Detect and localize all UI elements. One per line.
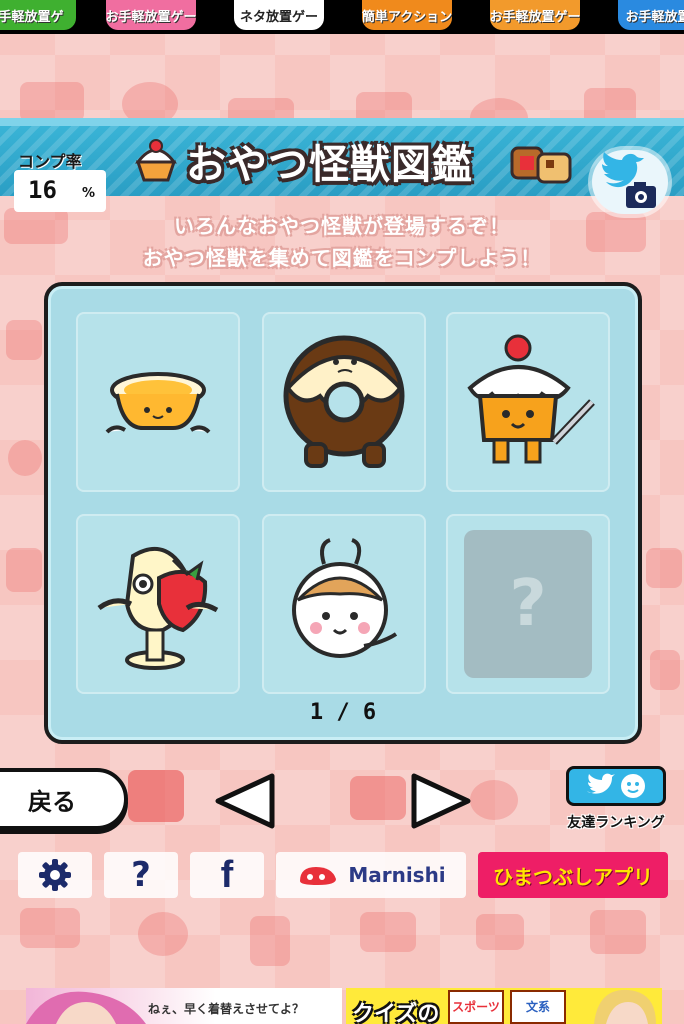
twitter-icon <box>587 773 615 794</box>
facebook-button[interactable]: f <box>190 852 264 898</box>
ad-tile[interactable]: 簡単アクション <box>362 0 452 30</box>
facebook-icon: f <box>220 853 234 896</box>
completion-unit: % <box>82 186 96 201</box>
collection-slot[interactable] <box>262 514 426 694</box>
himatsubushi-app-button[interactable]: ひまつぶしアプリ <box>478 852 668 898</box>
bottom-ad-left-text: ねぇ、早く着替えさせてよ？ <box>148 1002 305 1016</box>
top-ad-bar: 手軽放置ゲ お手軽放置ゲー ネタ放置ゲー 簡単アクション お手軽放置ゲー お手軽… <box>0 0 684 34</box>
quiz-tag-bunkei: 文系 <box>510 990 566 1024</box>
collection-slot[interactable] <box>446 312 610 492</box>
collection-slot-locked[interactable]: ? <box>446 514 610 694</box>
right-arrow-icon[interactable] <box>406 772 476 830</box>
help-button[interactable]: ? <box>104 852 178 898</box>
cake-monster-icon <box>467 334 595 464</box>
decor-jelly <box>360 912 416 952</box>
decor-pudding <box>138 912 188 956</box>
decor-box <box>646 548 682 588</box>
decor-cake <box>20 908 80 948</box>
subtitle-line-2: おやつ怪獣を集めて図鑑をコンプしよう！ <box>142 246 542 270</box>
decor-cake <box>476 914 524 950</box>
pudding-monster-icon <box>105 372 211 434</box>
completion-value: 16 <box>28 176 57 204</box>
decor-box <box>6 320 42 360</box>
decor-cake <box>250 916 290 966</box>
decor-cake <box>128 770 184 822</box>
cookie-icon <box>510 146 572 184</box>
page-indicator: 1 / 6 <box>309 700 377 725</box>
back-button[interactable]: 戻る <box>0 768 128 830</box>
collection-slot[interactable] <box>262 312 426 492</box>
collection-slot[interactable] <box>76 312 240 492</box>
quiz-tag-sports: スポーツ <box>448 990 504 1024</box>
anime-girl-image <box>26 991 146 1024</box>
decor-jelly <box>350 776 406 820</box>
cupcake-icon <box>134 139 178 182</box>
decor-jelly <box>6 548 42 592</box>
friend-ranking-label: 友達ランキング <box>567 815 665 831</box>
quiz-ad-text: クイズの <box>352 1002 440 1024</box>
gear-icon <box>39 859 71 891</box>
twitter-camera-icon <box>602 152 656 208</box>
decor-cake <box>650 650 680 690</box>
smiley-icon <box>621 774 645 798</box>
collection-slot[interactable] <box>76 514 240 694</box>
decor-pudding <box>8 440 42 476</box>
decor-pudding <box>470 780 518 820</box>
decor-pudding <box>20 82 84 122</box>
quiz-character-image <box>594 989 656 1024</box>
completion-label: コンプ率 <box>18 152 82 171</box>
marnishi-logo-icon <box>300 867 337 885</box>
ad-tile[interactable]: お手軽放置ゲー <box>490 0 580 30</box>
donut-monster-icon <box>283 335 405 468</box>
locked-slot: ? <box>464 530 592 678</box>
page-title: おやつ怪獣図鑑 <box>186 142 473 188</box>
decor-cake <box>590 910 646 954</box>
subtitle-line-1: いろんなおやつ怪獣が登場するぞ！ <box>174 214 510 238</box>
marnishi-button[interactable]: Marnishi <box>276 852 466 898</box>
ad-tile[interactable]: お手軽放置 <box>618 0 684 30</box>
collection-panel: ? 1 / 6 <box>44 282 642 744</box>
help-label: ? <box>131 855 151 895</box>
ad-tile[interactable]: お手軽放置ゲー <box>106 0 196 30</box>
snail-monster-icon <box>292 538 398 658</box>
ad-tile[interactable]: 手軽放置ゲ <box>0 0 76 30</box>
friend-ranking-button[interactable] <box>566 766 666 806</box>
settings-button[interactable] <box>18 852 92 898</box>
ad-tile[interactable]: ネタ放置ゲー <box>234 0 324 30</box>
left-arrow-icon[interactable] <box>210 772 280 830</box>
marnishi-label: Marnishi <box>348 863 446 887</box>
twitter-share-button[interactable] <box>592 150 668 214</box>
strawberry-monster-icon <box>97 546 219 670</box>
